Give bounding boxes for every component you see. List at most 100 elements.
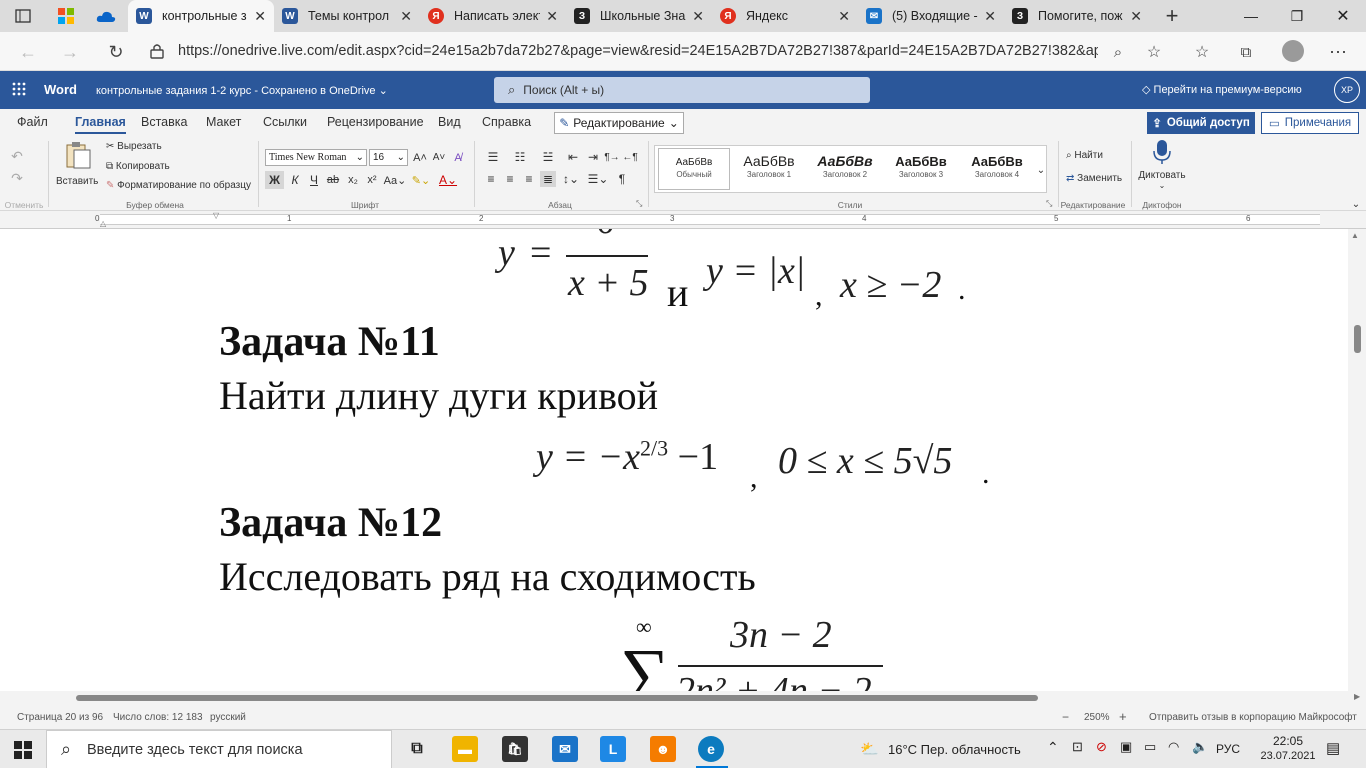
style-normal[interactable]: АаБбВв Обычный	[658, 148, 730, 190]
strikethrough-icon[interactable]: ab	[325, 171, 341, 189]
font-name-select[interactable]: Times New Roman ⌄	[265, 149, 367, 166]
zoom-level[interactable]: 250%	[1084, 712, 1110, 723]
zoom-out-icon[interactable]: −	[1062, 710, 1069, 724]
dialog-launcher-icon[interactable]: ⤡	[1046, 199, 1052, 209]
task-view-icon[interactable]: ⧉	[404, 736, 430, 762]
share-button[interactable]: ⇪ Общий доступ	[1147, 112, 1255, 134]
taskbar-search[interactable]: ⌕ Введите здесь текст для поиска	[46, 730, 392, 768]
shrink-font-icon[interactable]: A˅	[431, 149, 447, 166]
rtl-icon[interactable]: ←¶	[622, 149, 638, 165]
forward-icon[interactable]: →	[56, 39, 84, 65]
cut-button[interactable]: ✂ Вырезать	[106, 141, 162, 152]
subscript-icon[interactable]: x₂	[345, 171, 361, 189]
edge-icon[interactable]: e	[698, 736, 724, 762]
tab-inbox[interactable]: ✉ (5) Входящие - ✕	[858, 0, 1004, 32]
tab-view[interactable]: Вид	[438, 115, 461, 129]
scroll-up-icon[interactable]: ▲	[1351, 231, 1359, 240]
styles-more-icon[interactable]: ⌄	[1035, 160, 1047, 180]
close-tab-icon[interactable]: ✕	[1130, 8, 1142, 25]
redo-icon[interactable]: ↷	[8, 169, 26, 187]
tab-znanija-2[interactable]: З Помогите, пож ✕	[1004, 0, 1150, 32]
bold-button[interactable]: Ж	[265, 171, 284, 189]
scroll-right-icon[interactable]: ▶	[1354, 692, 1360, 701]
tab-review[interactable]: Рецензирование	[327, 115, 424, 129]
store-icon[interactable]: 🛍	[502, 736, 528, 762]
chevron-up-icon[interactable]: ⌃	[1047, 739, 1059, 756]
change-case-icon[interactable]: Aa⌄	[383, 171, 407, 189]
add-favorite-icon[interactable]: ☆	[1140, 39, 1168, 65]
horizontal-scroll-thumb[interactable]	[76, 695, 1038, 701]
style-heading-3[interactable]: АаБбВв Заголовок 3	[885, 148, 957, 190]
zoom-in-icon[interactable]: +	[1119, 709, 1127, 724]
feedback-link[interactable]: Отправить отзыв в корпорацию Майкрософт	[1149, 712, 1357, 723]
tab-insert[interactable]: Вставка	[141, 115, 187, 129]
volume-icon[interactable]: 🔈	[1192, 739, 1208, 755]
notifications-icon[interactable]: ▤	[1326, 739, 1340, 757]
tab-yandex[interactable]: Я Яндекс ✕	[712, 0, 858, 32]
close-window-icon[interactable]: ✕	[1320, 0, 1366, 32]
dialog-launcher-icon[interactable]: ⤡	[636, 199, 642, 209]
new-tab-icon[interactable]: +	[1160, 3, 1184, 28]
close-tab-icon[interactable]: ✕	[984, 8, 996, 25]
close-tab-icon[interactable]: ✕	[400, 8, 412, 25]
input-language[interactable]: РУС	[1216, 742, 1240, 756]
font-color-icon[interactable]: A⌄	[436, 171, 460, 189]
grow-font-icon[interactable]: A˄	[412, 149, 428, 166]
ltr-icon[interactable]: ¶→	[604, 149, 620, 165]
tab-znanija[interactable]: З Школьные Зна ✕	[566, 0, 712, 32]
left-indent-marker[interactable]: △	[100, 219, 106, 228]
user-avatar[interactable]: ХР	[1334, 77, 1360, 103]
document-canvas[interactable]: y = 0 x + 5 и y = |x| , x ≥ −2 . Задача …	[0, 229, 1348, 691]
zoom-icon[interactable]: ⌕	[1104, 39, 1132, 65]
close-tab-icon[interactable]: ✕	[838, 8, 850, 25]
style-heading-1[interactable]: АаБбВв Заголовок 1	[733, 148, 805, 190]
clock-date[interactable]: 23.07.2021	[1252, 750, 1324, 762]
increase-indent-icon[interactable]: ⇥	[585, 149, 601, 165]
tab-references[interactable]: Ссылки	[263, 115, 307, 129]
vertical-scrollbar[interactable]: ▲	[1348, 229, 1366, 691]
apps-icon[interactable]	[58, 8, 74, 24]
align-right-icon[interactable]: ≡	[521, 171, 537, 187]
back-icon[interactable]: ←	[14, 39, 42, 65]
profile-avatar[interactable]	[1282, 40, 1304, 62]
collections-icon[interactable]: ⧉	[1232, 39, 1260, 65]
url-field[interactable]: https://onedrive.live.com/edit.aspx?cid=…	[178, 32, 1098, 71]
format-painter-button[interactable]: ✎ Форматирование по образцу	[106, 180, 251, 191]
language-status[interactable]: русский	[210, 712, 246, 723]
tab-home[interactable]: Главная	[75, 115, 126, 134]
find-button[interactable]: ⌕ Найти	[1066, 150, 1103, 161]
clock-time[interactable]: 22:05	[1262, 734, 1314, 748]
premium-link[interactable]: ◇ Перейти на премиум-версию	[1142, 83, 1302, 96]
justify-icon[interactable]: ≣	[540, 171, 556, 187]
highlight-icon[interactable]: ✎⌄	[410, 171, 432, 189]
bullets-icon[interactable]: ☰	[483, 149, 503, 165]
tray-icon[interactable]: ⊡	[1072, 739, 1083, 755]
tab-actions-icon[interactable]	[12, 6, 34, 26]
more-icon[interactable]: ⋯	[1324, 39, 1352, 65]
undo-icon[interactable]: ↶	[8, 147, 26, 165]
word-count[interactable]: Число слов: 12 183	[113, 712, 203, 723]
tab-word-2[interactable]: W Темы контрол ✕	[274, 0, 420, 32]
close-tab-icon[interactable]: ✕	[254, 8, 266, 25]
editing-mode-dropdown[interactable]: ✎ Редактирование ⌄	[554, 112, 684, 134]
onedrive-icon[interactable]	[96, 9, 116, 23]
favorites-icon[interactable]: ☆	[1188, 39, 1216, 65]
clear-format-icon[interactable]: A̸	[450, 149, 466, 166]
decrease-indent-icon[interactable]: ⇤	[565, 149, 581, 165]
italic-button[interactable]: К	[287, 171, 303, 189]
document-title[interactable]: контрольные задания 1-2 курс - Сохранено…	[96, 84, 388, 97]
restore-icon[interactable]: ❐	[1274, 0, 1320, 32]
dictate-button[interactable]: Диктовать ⌄	[1138, 139, 1186, 193]
tab-layout[interactable]: Макет	[206, 115, 241, 129]
tray-app-icon[interactable]: ▣	[1120, 739, 1132, 755]
numbering-icon[interactable]: ☷	[510, 149, 530, 165]
lock-icon[interactable]	[150, 43, 166, 59]
search-box[interactable]: ⌕ Поиск (Alt + ы)	[494, 77, 870, 103]
tab-yandex-mail[interactable]: Я Написать элект ✕	[420, 0, 566, 32]
tab-file[interactable]: Файл	[17, 115, 48, 129]
replace-button[interactable]: ⇄ Заменить	[1066, 173, 1122, 184]
vertical-scroll-thumb[interactable]	[1354, 325, 1361, 353]
mail-icon[interactable]: ✉	[552, 736, 578, 762]
horizontal-scrollbar[interactable]: ▶	[0, 691, 1366, 705]
app-name[interactable]: Word	[44, 82, 77, 97]
